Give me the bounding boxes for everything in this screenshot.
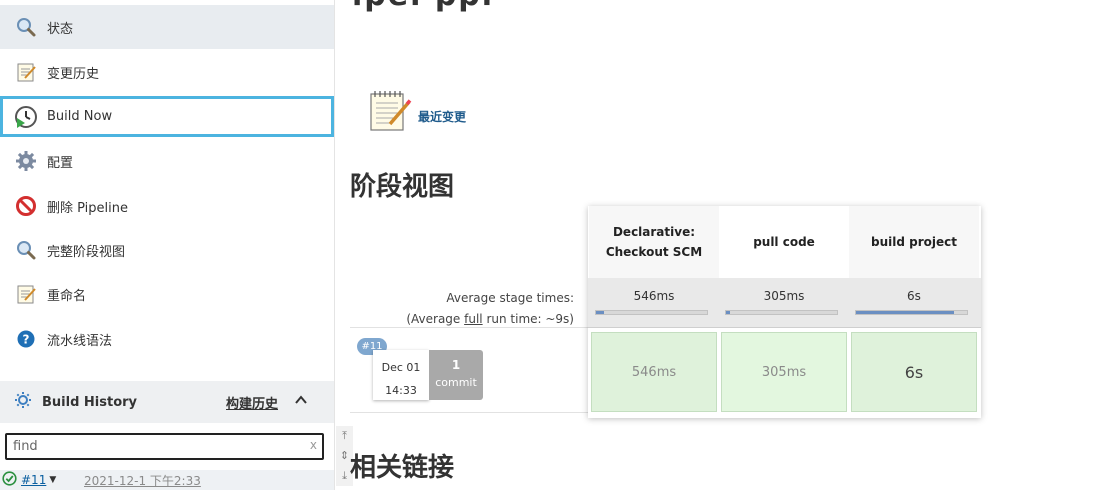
stage-average-bar <box>855 310 968 315</box>
commit-count: 1 <box>451 358 461 372</box>
build-number-link[interactable]: #11 <box>21 473 46 487</box>
stage-result-cell[interactable]: 305ms <box>721 332 847 412</box>
divider <box>350 327 588 328</box>
divider <box>350 412 588 413</box>
stage-average-bar <box>595 310 708 315</box>
stage-average-bar <box>725 310 838 315</box>
clear-filter-icon[interactable]: x <box>310 438 317 452</box>
sidebar-item-rename[interactable]: 重命名 <box>0 272 334 316</box>
stage-average-row <box>588 278 981 328</box>
sidebar-item-status[interactable]: 状态 <box>0 5 334 49</box>
stage-header: build project <box>849 206 979 278</box>
stage-header: Declarative: Checkout SCM <box>589 206 719 278</box>
run-date: Dec 01 <box>381 361 421 374</box>
notepad-icon <box>14 60 38 84</box>
search-icon <box>14 238 38 262</box>
sidebar-item-label: 删除 Pipeline <box>47 200 129 216</box>
recent-changes-label[interactable]: 最近变更 <box>418 108 466 125</box>
sidebar-item-label: 变更历史 <box>47 66 100 82</box>
sidebar-item-build-now[interactable]: Build Now <box>0 96 334 137</box>
sidebar-item-changes[interactable]: 变更历史 <box>0 50 334 94</box>
stage-view-heading: 阶段视图 <box>350 172 455 202</box>
run-time: 14:33 <box>385 384 417 397</box>
sidebar-item-label: 流水线语法 <box>47 333 113 349</box>
scroll-both-icon[interactable]: ⇕ <box>340 449 349 462</box>
caret-down-icon[interactable]: ▼ <box>49 475 56 485</box>
scroll-bottom-icon[interactable]: ⤓ <box>342 469 347 483</box>
stage-average: 546ms <box>633 289 675 303</box>
related-links-heading: 相关链接 <box>350 453 455 483</box>
avg-line-1: Average stage times: <box>446 291 574 305</box>
run-commit-card[interactable]: 1 commit <box>429 350 483 400</box>
stage-view-table: Declarative: Checkout SCM pull code buil… <box>588 206 981 418</box>
sidebar-item-label: Build Now <box>47 109 113 124</box>
sidebar-item-configure[interactable]: 配置 <box>0 139 334 183</box>
average-stage-times-label: Average stage times: (Average full run t… <box>406 288 574 330</box>
notepad-icon <box>368 88 412 138</box>
sidebar-item-full-stage-view[interactable]: 完整阶段视图 <box>0 228 334 272</box>
stage-average: 6s <box>907 289 921 303</box>
recent-changes-link[interactable]: 最近变更 <box>368 88 466 138</box>
svg-text:?: ? <box>23 333 30 347</box>
stage-average: 305ms <box>763 289 805 303</box>
sidebar-item-label: 配置 <box>47 155 74 171</box>
build-filter-box: x <box>5 433 324 460</box>
sidebar: 状态 变更历史 Build Now 配置 删除 Pipeline 完整阶段视图 <box>0 0 335 490</box>
build-date-link[interactable]: 2021-12-1 下午2:33 <box>84 472 201 489</box>
no-entry-icon <box>14 194 38 218</box>
chevron-up-icon[interactable] <box>294 393 308 411</box>
build-trend-link[interactable]: 构建历史 <box>226 393 278 412</box>
sidebar-item-label: 状态 <box>47 21 74 37</box>
stage-header: pull code <box>719 206 849 278</box>
sidebar-item-delete-pipeline[interactable]: 删除 Pipeline <box>0 184 334 228</box>
search-icon <box>14 15 38 39</box>
stage-result-cell[interactable]: 546ms <box>591 332 717 412</box>
success-check-icon <box>2 471 17 489</box>
sidebar-item-label: 完整阶段视图 <box>47 244 126 260</box>
help-icon: ? <box>14 327 38 351</box>
build-history-row: #11 ▼ 2021-12-1 下午2:33 <box>0 470 334 490</box>
run-date-card: Dec 01 14:33 <box>373 350 429 400</box>
gear-icon <box>14 149 38 173</box>
build-history-title: Build History <box>42 394 138 410</box>
clock-play-icon <box>14 105 38 129</box>
stage-result-cell[interactable]: 6s <box>851 332 977 412</box>
sidebar-item-label: 重命名 <box>47 288 87 304</box>
build-history-icon <box>14 391 32 413</box>
commit-label: commit <box>435 376 477 389</box>
notepad-icon <box>14 282 38 306</box>
build-history-header: Build History 构建历史 <box>0 381 334 423</box>
scroll-top-icon[interactable]: ⤒ <box>342 429 347 443</box>
sidebar-item-pipeline-syntax[interactable]: ? 流水线语法 <box>0 317 334 361</box>
page-title: ipel ppl <box>352 0 494 13</box>
full-run-link[interactable]: full <box>464 312 483 326</box>
build-filter-input[interactable] <box>7 435 297 458</box>
